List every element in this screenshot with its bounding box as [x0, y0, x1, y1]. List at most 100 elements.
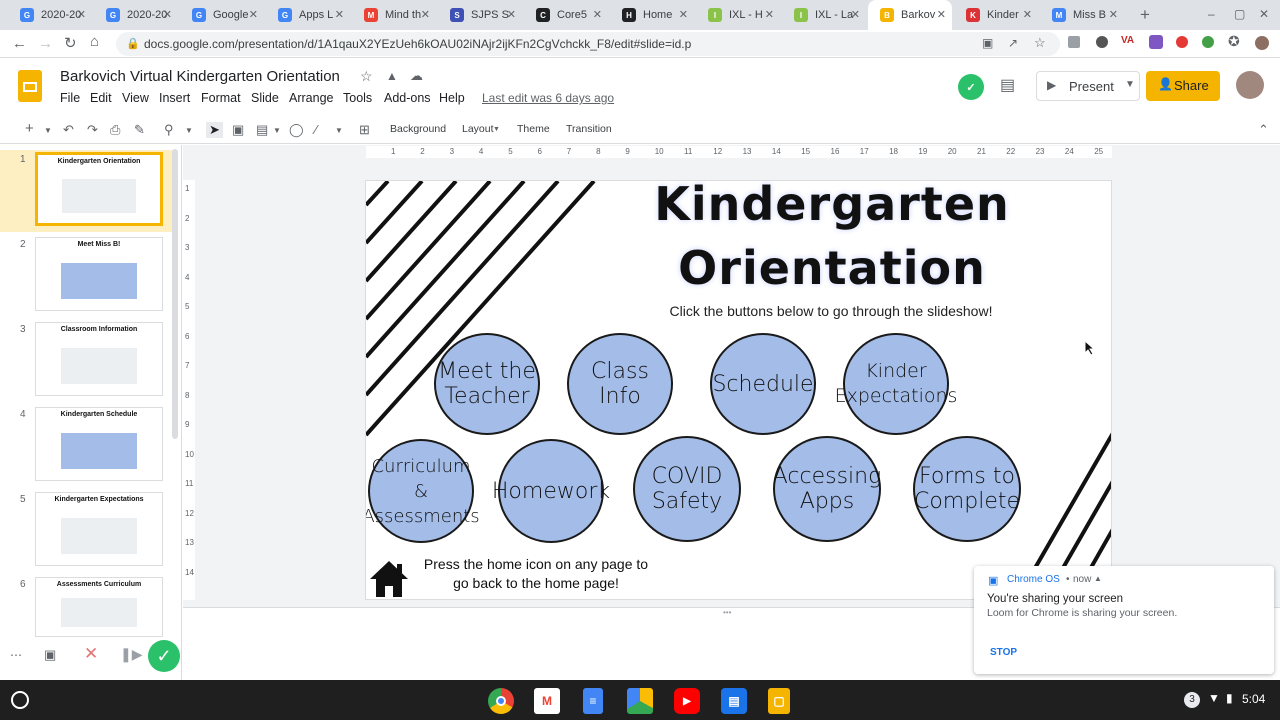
menu-item[interactable]: Insert [159, 91, 190, 105]
back-icon[interactable]: ← [12, 35, 27, 52]
account-avatar[interactable] [1236, 71, 1264, 99]
transition-button[interactable]: Transition [566, 123, 612, 135]
menu-item[interactable]: Format [201, 91, 241, 105]
move-to-drive-icon[interactable]: ▲ [386, 69, 398, 83]
chevron-down-icon[interactable]: ▼ [493, 126, 500, 133]
browser-tab[interactable]: G 2020-20 ✕ [94, 0, 178, 30]
close-window-icon[interactable]: ✕ [1259, 7, 1269, 21]
browser-tab[interactable]: M Miss B ✕ [1040, 0, 1124, 30]
present-button[interactable]: ▶ Present ▼ [1036, 71, 1140, 101]
close-tab-icon[interactable]: ✕ [765, 8, 774, 21]
paint-format-icon[interactable]: ✎ [134, 122, 145, 138]
close-tab-icon[interactable]: ✕ [593, 8, 602, 21]
chrome-icon[interactable] [488, 688, 514, 714]
close-tab-icon[interactable]: ✕ [937, 8, 946, 21]
menu-item[interactable]: Slide [251, 91, 279, 105]
addon-icon[interactable]: ✓ [958, 74, 984, 100]
share-button[interactable]: 👤 Share [1146, 71, 1220, 101]
collapse-icon[interactable]: ⌃ [1258, 122, 1269, 138]
slides-logo-icon[interactable] [18, 70, 42, 102]
class-info-button[interactable]: Class Info [567, 333, 673, 435]
menu-item[interactable]: File [60, 91, 80, 105]
text-box-icon[interactable]: ▣ [232, 122, 244, 138]
wifi-icon[interactable]: ▼ [1208, 691, 1220, 705]
address-bar[interactable]: 🔒 docs.google.com/presentation/d/1A1qauX… [116, 32, 1060, 56]
camera-icon[interactable]: ▣ [982, 36, 993, 50]
slide-thumbnail[interactable]: Kindergarten Orientation [35, 152, 163, 226]
home-icon[interactable]: ⌂ [90, 33, 99, 50]
close-tab-icon[interactable]: ✕ [77, 8, 86, 21]
browser-tab[interactable]: C Core5 ✕ [524, 0, 608, 30]
print-icon[interactable]: ⎙ [110, 122, 120, 138]
launcher-icon[interactable] [11, 691, 29, 709]
more-icon[interactable]: ⋯ [10, 648, 22, 662]
maximize-icon[interactable]: ▢ [1234, 7, 1245, 21]
close-tab-icon[interactable]: ✕ [507, 8, 516, 21]
chevron-down-icon[interactable]: ▼ [185, 126, 193, 135]
document-title[interactable]: Barkovich Virtual Kindergarten Orientati… [60, 68, 340, 85]
files-icon[interactable]: ▤ [721, 688, 747, 714]
new-tab-icon[interactable]: + [1140, 5, 1150, 25]
chevron-up-icon[interactable]: ▲ [1094, 574, 1102, 583]
stop-sharing-button[interactable]: STOP [990, 647, 1017, 658]
star-icon[interactable]: ☆ [360, 68, 373, 85]
close-tab-icon[interactable]: ✕ [335, 8, 344, 21]
scrollbar[interactable] [172, 149, 178, 439]
menu-item[interactable]: Add-ons [384, 91, 431, 105]
reload-icon[interactable]: ↻ [64, 34, 77, 52]
forward-icon[interactable]: → [38, 35, 53, 52]
extension-icon[interactable]: VA [1121, 35, 1134, 46]
layout-button[interactable]: Layout [462, 123, 494, 135]
menu-item[interactable]: Arrange [289, 91, 333, 105]
extension-icon[interactable] [1068, 36, 1080, 48]
battery-icon[interactable]: ▮ [1226, 691, 1233, 705]
browser-tab[interactable]: K Kinder ✕ [954, 0, 1038, 30]
last-edit-link[interactable]: Last edit was 6 days ago [482, 91, 614, 105]
menu-item[interactable]: View [122, 91, 149, 105]
docs-icon[interactable]: ≡ [583, 688, 603, 714]
puzzle-icon[interactable]: ✪ [1228, 33, 1240, 50]
redo-icon[interactable]: ↷ [87, 122, 98, 138]
close-tab-icon[interactable]: ✕ [163, 8, 172, 21]
minimize-icon[interactable]: – [1208, 7, 1215, 21]
image-icon[interactable]: ▤ [256, 122, 268, 138]
extension-icon[interactable] [1176, 36, 1188, 48]
close-tab-icon[interactable]: ✕ [851, 8, 860, 21]
gmail-icon[interactable]: M [534, 688, 560, 714]
home-icon[interactable] [368, 559, 410, 599]
select-icon[interactable]: ➤ [206, 122, 223, 138]
kinder-expectations-button[interactable]: Kinder Expectations [835, 333, 957, 435]
camera-toggle-icon[interactable]: ▣ [44, 647, 56, 663]
slide-thumbnail[interactable]: Kindergarten Schedule [35, 407, 163, 481]
browser-tab[interactable]: I IXL - La ✕ [782, 0, 866, 30]
line-icon[interactable]: ∕ [315, 122, 317, 137]
lock-icon[interactable]: 🔒 [126, 37, 140, 50]
close-tab-icon[interactable]: ✕ [1109, 8, 1118, 21]
extension-icon[interactable] [1202, 36, 1214, 48]
zoom-icon[interactable]: ⚲ [164, 122, 174, 138]
notes-resize-handle[interactable]: ••• [723, 608, 731, 617]
close-tab-icon[interactable]: ✕ [421, 8, 430, 21]
theme-button[interactable]: Theme [517, 123, 550, 135]
chevron-down-icon[interactable]: ▼ [44, 126, 52, 135]
browser-tab[interactable]: S SJPS S ✕ [438, 0, 522, 30]
close-tab-icon[interactable]: ✕ [249, 8, 258, 21]
browser-tab[interactable]: M Mind th ✕ [352, 0, 436, 30]
profile-avatar[interactable] [1255, 36, 1269, 50]
chevron-down-icon[interactable]: ▼ [273, 126, 281, 135]
browser-tab[interactable]: H Home ✕ [610, 0, 694, 30]
meet-teacher-button[interactable]: Meet the Teacher [434, 333, 540, 435]
slide-thumbnail[interactable]: Kindergarten Expectations [35, 492, 163, 566]
slide-canvas[interactable]: Kindergarten Orientation Click the butto… [365, 180, 1112, 600]
menu-item[interactable]: Help [439, 91, 465, 105]
finish-recording-button[interactable]: ✓ [148, 640, 180, 672]
chevron-down-icon[interactable]: ▼ [335, 126, 343, 135]
new-slide-icon[interactable]: + [25, 120, 34, 137]
menu-item[interactable]: Tools [343, 91, 372, 105]
insert-comment-icon[interactable]: ⊞ [359, 122, 370, 138]
forms-to-complete-button[interactable]: Forms to Complete [913, 436, 1021, 542]
notification-count-badge[interactable]: 3 [1184, 692, 1200, 708]
covid-safety-button[interactable]: COVID Safety [633, 436, 741, 542]
pause-icon[interactable]: ❚▶ [120, 646, 143, 663]
browser-tab[interactable]: G Google ✕ [180, 0, 264, 30]
